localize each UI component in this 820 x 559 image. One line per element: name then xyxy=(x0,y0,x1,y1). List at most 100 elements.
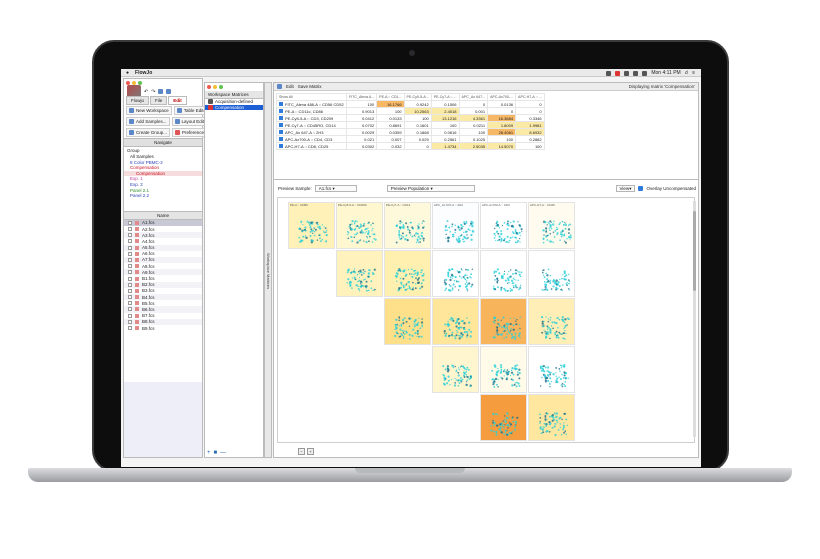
matrix-cell[interactable]: 0 xyxy=(487,107,517,115)
matrix-cell[interactable]: 0.0702 xyxy=(345,121,378,129)
matrix-cell[interactable]: 0.1506 xyxy=(430,100,460,108)
status-icon[interactable] xyxy=(615,70,621,76)
matrix-cell[interactable]: 0.0211 xyxy=(458,121,489,129)
view-button[interactable]: View ▾ xyxy=(615,185,636,192)
matrix-cell[interactable]: 100 xyxy=(403,114,432,122)
compensation-plot[interactable] xyxy=(432,298,479,345)
matrix-column-header[interactable]: FITC_Alexa A... xyxy=(345,93,378,101)
menubar-clock[interactable]: Mon 4:11 PM xyxy=(651,70,680,76)
tool-icon[interactable] xyxy=(166,89,172,94)
add-samples-button[interactable]: Add Samples... xyxy=(126,117,170,126)
row-checkbox[interactable] xyxy=(279,115,283,120)
matrix-cell[interactable]: 0.007 xyxy=(376,135,405,143)
matrix-cell[interactable]: 0.1025 xyxy=(458,135,489,143)
sample-checkbox[interactable] xyxy=(128,326,132,331)
edit-button[interactable]: Edit xyxy=(286,84,294,89)
compensation-plot[interactable] xyxy=(480,250,527,297)
matrix-cell[interactable]: 0.001 xyxy=(458,107,489,115)
matrix-cell[interactable]: 0 xyxy=(458,100,489,108)
tab-flowjo[interactable]: Flowjo xyxy=(126,96,150,105)
matrix-cell[interactable]: 0.9242 xyxy=(403,100,432,108)
row-checkbox[interactable] xyxy=(279,136,283,141)
matrix-row-label[interactable]: APC-Ax700-A :: CD4, CD3 xyxy=(276,135,347,143)
apple-icon[interactable]: ● xyxy=(126,70,129,76)
status-icon[interactable] xyxy=(624,70,630,76)
matrix-column-header[interactable]: APC-Ax700-... xyxy=(487,93,517,101)
sample-checkbox[interactable] xyxy=(128,251,132,256)
sample-checkbox[interactable] xyxy=(128,220,132,225)
compensation-plot[interactable]: APC-H7-A :: CD25 xyxy=(528,202,575,249)
tab-edit[interactable]: Edit xyxy=(168,96,187,105)
show-all-toggle[interactable]: Show All xyxy=(276,93,347,101)
matrix-row-label[interactable]: FITC_Alexa 488-A :: CD56 CD52 xyxy=(276,100,347,108)
divider[interactable] xyxy=(274,179,698,180)
matrix-cell[interactable]: 13.1216 xyxy=(430,114,460,122)
overlay-checkbox[interactable] xyxy=(638,186,644,191)
compensation-plot[interactable] xyxy=(384,298,431,345)
matrix-cell[interactable]: 0.8691 xyxy=(376,121,405,129)
tab-file[interactable]: File xyxy=(150,96,168,105)
matrix-cell[interactable]: 0.0616 xyxy=(430,128,460,136)
folder-icon[interactable]: ■ xyxy=(214,450,218,456)
close-button[interactable] xyxy=(207,85,211,89)
matrix-column-header[interactable]: PE-A :: CD1... xyxy=(376,93,405,101)
zoom-button[interactable] xyxy=(219,85,223,89)
name-column-header[interactable]: Name xyxy=(124,210,202,220)
sample-checkbox[interactable] xyxy=(128,319,132,324)
sample-checkbox[interactable] xyxy=(128,307,132,312)
battery-icon[interactable] xyxy=(642,70,648,76)
matrix-cell[interactable]: 4.3361 xyxy=(458,114,489,122)
navigate-bar[interactable]: Navigate xyxy=(124,138,202,147)
matrix-cell[interactable]: 100 xyxy=(458,128,489,136)
workspace-matrices-tab[interactable]: Workspace Matrices xyxy=(264,82,272,458)
matrix-column-header[interactable]: APC_Ax 647... xyxy=(458,93,489,101)
group-item[interactable]: Panel 2.2 xyxy=(124,193,202,199)
matrix-cell[interactable]: 0.2882 xyxy=(515,135,545,143)
compensation-plot[interactable]: PE-Cy7-A :: CD14 xyxy=(384,202,431,249)
matrix-cell[interactable]: 14.5070 xyxy=(487,142,517,150)
matrix-column-header[interactable]: PE-Cy7-A :: ... xyxy=(430,93,460,101)
matrix-cell[interactable]: 0.0412 xyxy=(345,114,378,122)
compensation-plot[interactable] xyxy=(480,394,527,441)
row-checkbox[interactable] xyxy=(279,122,283,127)
matrix-cell[interactable]: 10.2563 xyxy=(403,107,432,115)
add-icon[interactable]: + xyxy=(207,450,211,456)
matrix-cell[interactable]: 0.0302 xyxy=(345,142,378,150)
sample-checkbox[interactable] xyxy=(128,288,132,293)
matrix-cell[interactable]: 0.9013 xyxy=(345,107,378,115)
compensation-plot[interactable] xyxy=(432,250,479,297)
compensation-plot[interactable] xyxy=(528,250,575,297)
matrix-cell[interactable]: 0.0359 xyxy=(376,128,405,136)
matrix-row-label[interactable]: APC-H7-A :: CD8, CD25 xyxy=(276,142,347,150)
matrix-cell[interactable]: 1.8009 xyxy=(487,121,517,129)
compensation-plot[interactable] xyxy=(528,346,575,393)
matrix-row-label[interactable]: PE-Cy7-A :: CD45RO, CD14 xyxy=(276,121,347,129)
sample-checkbox[interactable] xyxy=(128,227,132,232)
matrix-cell[interactable]: 1.4734 xyxy=(430,142,460,150)
sample-checkbox[interactable] xyxy=(128,276,132,281)
sample-checkbox[interactable] xyxy=(128,295,132,300)
sample-checkbox[interactable] xyxy=(128,313,132,318)
matrix-cell[interactable]: 0.1601 xyxy=(403,121,432,129)
minimize-button[interactable] xyxy=(213,85,217,89)
edit-icon[interactable] xyxy=(277,84,282,89)
matrix-cell[interactable]: 2.5035 xyxy=(458,142,489,150)
undo-icon[interactable]: ↶ xyxy=(144,89,148,95)
row-checkbox[interactable] xyxy=(279,108,283,113)
menu-list-icon[interactable]: ≡ xyxy=(692,70,695,76)
matrix-row-label[interactable]: APC_Ax 647-A :: 2H3 xyxy=(276,128,347,136)
matrix-cell[interactable]: 16.3684 xyxy=(487,114,517,122)
matrix-cell[interactable]: 100 xyxy=(515,142,545,150)
save-matrix-button[interactable]: Save Matrix xyxy=(298,84,322,89)
matrix-cell[interactable]: 2.4018 xyxy=(430,107,460,115)
matrix-cell[interactable]: 0.021 xyxy=(345,135,378,143)
matrix-cell[interactable]: 0 xyxy=(515,100,545,108)
matrix-cell[interactable]: 100 xyxy=(430,121,460,129)
preview-sample-select[interactable]: A1.fcs ▾ xyxy=(314,185,357,192)
zoom-out-icon[interactable]: − xyxy=(298,448,305,455)
matrix-cell[interactable]: 0.0136 xyxy=(487,100,517,108)
row-checkbox[interactable] xyxy=(279,129,283,134)
compensation-plot[interactable] xyxy=(432,346,479,393)
sample-checkbox[interactable] xyxy=(128,270,132,275)
compensation-plot[interactable] xyxy=(336,250,383,297)
